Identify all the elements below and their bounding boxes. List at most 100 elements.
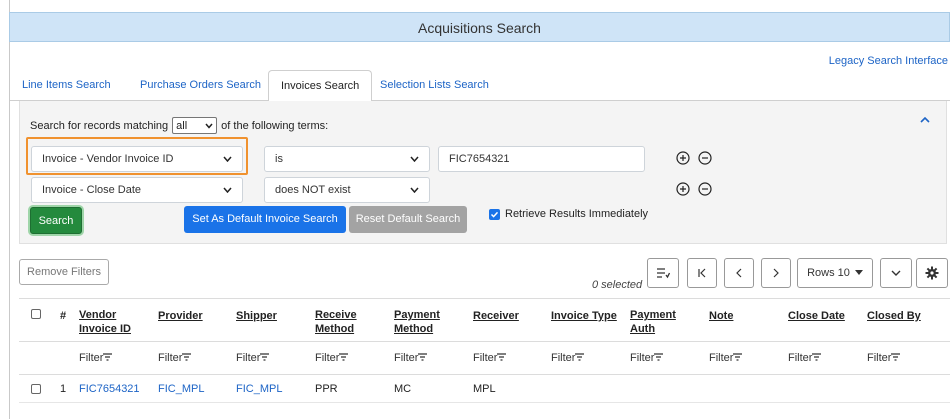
filter-icon [418, 353, 428, 361]
next-page-button[interactable] [761, 258, 791, 288]
filter-closed-by[interactable]: Filter [867, 352, 901, 364]
filter-close-date[interactable]: Filter [788, 352, 822, 364]
filter-label: Filter [315, 352, 340, 364]
column-picker-button[interactable] [647, 258, 679, 288]
column-header-note[interactable]: Note [709, 309, 733, 323]
filter-label: Filter [788, 352, 813, 364]
payment-method-cell: MC [394, 383, 412, 395]
provider-link[interactable]: FIC_MPL [158, 383, 204, 395]
chevron-down-icon [223, 187, 232, 193]
caret-down-icon [854, 270, 863, 275]
retrieve-label: Retrieve Results Immediately [505, 208, 649, 220]
filter-label: Filter [630, 352, 655, 364]
filter-provider[interactable]: Filter [158, 352, 192, 364]
selected-count: 0 selected [592, 279, 643, 291]
filter-label: Filter [551, 352, 576, 364]
add-term-icon[interactable] [676, 182, 690, 196]
row-select-checkbox[interactable] [31, 384, 41, 394]
filter-label: Filter [709, 352, 734, 364]
match-terms-line: Search for records matching all of the f… [30, 117, 328, 134]
term-1-operator-select[interactable]: is [264, 146, 430, 172]
tab-invoices-search[interactable]: Invoices Search [268, 70, 373, 102]
filter-payment-auth[interactable]: Filter [630, 352, 664, 364]
filter-label: Filter [867, 352, 892, 364]
search-button[interactable]: Search [30, 207, 82, 234]
vendor-invoice-id-link[interactable]: FIC7654321 [79, 383, 140, 395]
column-header-payment-method[interactable]: Payment Method [394, 308, 444, 336]
term-1-operator-value: is [275, 153, 283, 165]
tab-line-items-search[interactable]: Line Items Search [10, 70, 123, 101]
term-1-value-input[interactable]: FIC7654321 [438, 146, 645, 172]
column-header-payment-auth[interactable]: Payment Auth [630, 308, 680, 336]
highlight-box [26, 137, 248, 175]
filter-icon [103, 353, 113, 361]
filter-receiver[interactable]: Filter [473, 352, 507, 364]
filter-receive-method[interactable]: Filter [315, 352, 349, 364]
filter-icon [891, 353, 901, 361]
first-page-button[interactable] [687, 258, 717, 288]
legacy-search-link[interactable]: Legacy Search Interface [829, 55, 948, 67]
filter-label: Filter [158, 352, 183, 364]
first-page-icon [698, 268, 706, 278]
chevron-up-icon[interactable] [918, 113, 932, 127]
gear-icon [925, 266, 939, 280]
grid-header: # Vendor Invoice ID Provider Shipper Rec… [19, 298, 950, 342]
filter-vendor-invoice-id[interactable]: Filter [79, 352, 113, 364]
filter-label: Filter [394, 352, 419, 364]
rows-per-page-value: Rows 10 [807, 267, 850, 279]
chevron-right-icon [773, 268, 779, 278]
column-header-closed-by[interactable]: Closed By [867, 309, 921, 323]
list-sort-icon [657, 268, 670, 279]
tab-selection-lists-search[interactable]: Selection Lists Search [368, 70, 501, 101]
reset-default-search-button[interactable]: Reset Default Search [349, 206, 467, 233]
column-header-receive-method[interactable]: Receive Method [315, 308, 365, 336]
filter-note[interactable]: Filter [709, 352, 743, 364]
add-term-icon[interactable] [676, 151, 690, 165]
column-header-vendor-invoice-id[interactable]: Vendor Invoice ID [79, 308, 149, 336]
filter-icon [654, 353, 664, 361]
filter-label: Filter [79, 352, 104, 364]
remove-filters-button[interactable]: Remove Filters [19, 259, 109, 285]
retrieve-checkbox[interactable] [489, 208, 500, 220]
filter-icon [339, 353, 349, 361]
term-2-field-select[interactable]: Invoice - Close Date [31, 177, 243, 203]
grid-filter-row: Filter Filter Filter Filter Filter Filte… [19, 342, 950, 375]
receiver-cell: MPL [473, 383, 496, 395]
filter-invoice-type[interactable]: Filter [551, 352, 585, 364]
select-all-checkbox[interactable] [31, 309, 41, 319]
filter-icon [182, 353, 192, 361]
checkmark-icon [490, 211, 499, 218]
column-header-shipper[interactable]: Shipper [236, 309, 277, 323]
rows-per-page-select[interactable]: Rows 10 [797, 258, 873, 288]
page-title: Acquisitions Search [9, 12, 950, 42]
column-header-receiver[interactable]: Receiver [473, 309, 519, 323]
column-header-close-date[interactable]: Close Date [788, 309, 845, 323]
filter-label: Filter [473, 352, 498, 364]
set-default-search-button[interactable]: Set As Default Invoice Search [184, 206, 346, 233]
filter-shipper[interactable]: Filter [236, 352, 270, 364]
chevron-down-icon [410, 187, 419, 193]
column-header-number: # [60, 310, 67, 322]
match-prefix: Search for records matching [30, 119, 169, 132]
search-tabs: Line Items Search Purchase Orders Search… [10, 70, 950, 102]
shipper-link[interactable]: FIC_MPL [236, 383, 282, 395]
filter-icon [497, 353, 507, 361]
row-number: 1 [60, 383, 67, 395]
previous-page-button[interactable] [724, 258, 754, 288]
match-mode-select[interactable]: all [172, 117, 218, 134]
column-header-provider[interactable]: Provider [158, 309, 203, 323]
tab-purchase-orders-search[interactable]: Purchase Orders Search [128, 70, 273, 101]
expand-options-button[interactable] [880, 258, 912, 288]
term-2-operator-value: does NOT exist [275, 184, 351, 196]
term-2-operator-select[interactable]: does NOT exist [264, 177, 430, 203]
term-2-field-value: Invoice - Close Date [42, 184, 142, 196]
remove-term-icon[interactable] [698, 151, 712, 165]
match-mode-value: all [176, 119, 188, 132]
settings-button[interactable] [916, 258, 948, 288]
filter-payment-method[interactable]: Filter [394, 352, 428, 364]
chevron-down-icon [410, 156, 419, 162]
retrieve-immediately-option[interactable]: Retrieve Results Immediately [489, 208, 648, 220]
remove-term-icon[interactable] [698, 182, 712, 196]
chevron-down-icon [205, 123, 213, 129]
column-header-invoice-type[interactable]: Invoice Type [551, 309, 617, 323]
